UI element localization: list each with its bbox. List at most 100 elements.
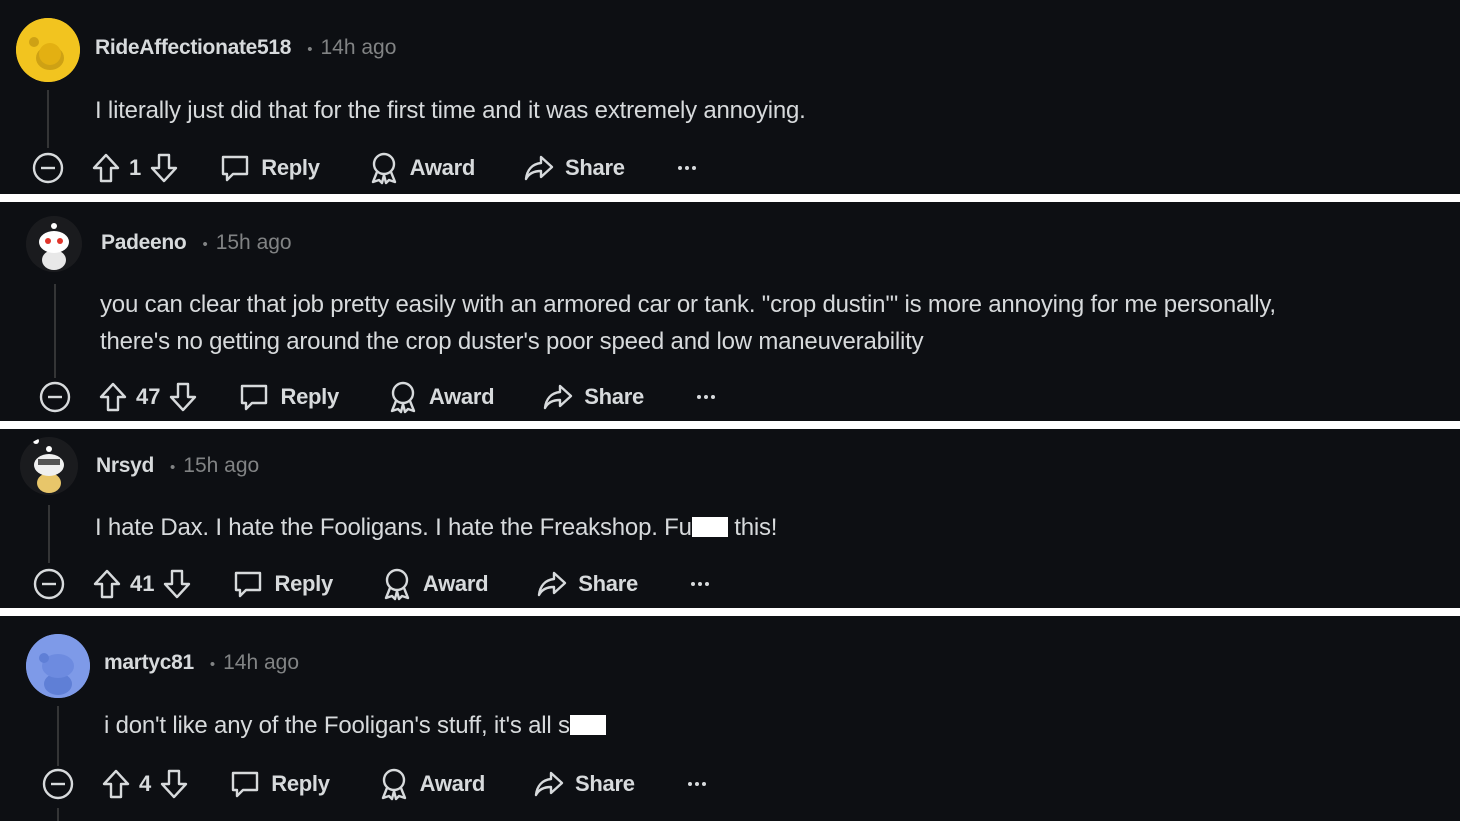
reply-button[interactable]: Reply — [219, 153, 320, 183]
collapse-icon[interactable] — [32, 567, 66, 601]
share-button[interactable]: Share — [536, 569, 638, 599]
username[interactable]: RideAffectionate518 — [95, 36, 292, 60]
separator-dot: • — [202, 236, 208, 253]
snoo-avatar-icon — [20, 437, 78, 495]
more-icon — [690, 581, 710, 587]
comment-actions: 41 Reply Award Share — [32, 564, 710, 604]
timestamp[interactable]: 14h ago — [223, 651, 299, 675]
comment-body-line: you can clear that job pretty easily wit… — [100, 291, 1276, 318]
share-button[interactable]: Share — [533, 769, 635, 799]
reply-button[interactable]: Reply — [238, 382, 339, 412]
collapse-icon[interactable] — [38, 380, 72, 414]
comment-icon — [219, 153, 251, 183]
comment-body: I hate Dax. I hate the Fooligans. I hate… — [95, 509, 777, 546]
downvote-icon[interactable] — [149, 152, 179, 184]
more-options-button[interactable] — [687, 781, 707, 787]
snoo-avatar-icon — [26, 216, 82, 272]
separator-dot: • — [170, 459, 176, 476]
comment-icon — [229, 769, 261, 799]
more-icon — [696, 394, 716, 400]
timestamp[interactable]: 14h ago — [320, 36, 396, 60]
comment-body-text: i don't like any of the Fooligan's stuff… — [104, 712, 570, 739]
share-button[interactable]: Share — [542, 382, 644, 412]
separator-dot: • — [209, 656, 216, 673]
comment-meta: Padeeno • 15h ago — [101, 231, 292, 255]
vote-score: 41 — [130, 571, 155, 596]
more-options-button[interactable] — [677, 165, 697, 171]
username[interactable]: Padeeno — [101, 231, 187, 255]
avatar[interactable] — [26, 216, 82, 272]
share-label: Share — [575, 771, 635, 796]
share-icon — [523, 153, 555, 183]
avatar[interactable] — [26, 634, 90, 698]
reply-label: Reply — [261, 155, 320, 180]
award-button[interactable]: Award — [368, 151, 475, 185]
upvote-icon[interactable] — [98, 381, 128, 413]
more-options-button[interactable] — [690, 581, 710, 587]
timestamp[interactable]: 15h ago — [216, 231, 292, 255]
comment-actions: 1 Reply Award Share — [31, 148, 697, 188]
comment-body: you can clear that job pretty easily wit… — [100, 286, 1276, 360]
vote-score: 4 — [139, 771, 152, 796]
censor-bar — [691, 517, 728, 537]
share-label: Share — [584, 384, 644, 409]
username[interactable]: martyc81 — [104, 651, 194, 675]
downvote-icon[interactable] — [168, 381, 198, 413]
reply-label: Reply — [280, 384, 339, 409]
username[interactable]: Nrsyd — [96, 454, 154, 478]
award-button[interactable]: Award — [378, 767, 485, 801]
separator-dot: • — [307, 41, 313, 58]
upvote-icon[interactable] — [92, 568, 122, 600]
award-label: Award — [419, 771, 486, 796]
comment-card: martyc81 • 14h ago i don't like any of t… — [0, 616, 1460, 821]
share-icon — [533, 769, 565, 799]
award-icon — [368, 151, 400, 185]
more-icon — [677, 165, 697, 171]
comment-meta: martyc81 • 14h ago — [104, 651, 299, 675]
share-icon — [542, 382, 574, 412]
reply-label: Reply — [274, 571, 333, 596]
comment-body-text: I hate Dax. I hate the Fooligans. I hate… — [95, 514, 692, 541]
downvote-icon[interactable] — [162, 568, 192, 600]
avatar[interactable] — [20, 437, 78, 495]
snoo-avatar-icon — [16, 18, 80, 82]
comment-actions: 47 Reply Award Share — [38, 377, 716, 417]
comment-body-text: this! — [727, 514, 778, 541]
snoo-avatar-icon — [26, 634, 90, 698]
award-icon — [387, 380, 419, 414]
collapse-icon[interactable] — [31, 151, 65, 185]
reply-button[interactable]: Reply — [229, 769, 330, 799]
comment-body: i don't like any of the Fooligan's stuff… — [104, 707, 606, 744]
award-icon — [381, 567, 413, 601]
award-button[interactable]: Award — [387, 380, 495, 414]
share-button[interactable]: Share — [523, 153, 625, 183]
award-button[interactable]: Award — [381, 567, 489, 601]
censor-bar — [569, 715, 606, 735]
vote-score: 47 — [136, 384, 161, 409]
share-label: Share — [565, 155, 625, 180]
timestamp[interactable]: 15h ago — [183, 454, 259, 478]
award-label: Award — [428, 384, 495, 409]
vote-score: 1 — [129, 155, 142, 180]
comment-icon — [238, 382, 270, 412]
comment-body: I literally just did that for the first … — [95, 97, 806, 124]
comment-meta: RideAffectionate518 • 14h ago — [95, 36, 396, 60]
reply-button[interactable]: Reply — [232, 569, 333, 599]
comment-card: Nrsyd • 15h ago I hate Dax. I hate the F… — [0, 429, 1460, 608]
comment-body-line: there's no getting around the crop duste… — [100, 328, 924, 355]
more-options-button[interactable] — [696, 394, 716, 400]
thread-line[interactable] — [48, 505, 50, 563]
avatar[interactable] — [16, 18, 80, 82]
upvote-icon[interactable] — [91, 152, 121, 184]
share-icon — [536, 569, 568, 599]
collapse-icon[interactable] — [41, 767, 75, 801]
award-label: Award — [409, 155, 476, 180]
thread-line[interactable] — [57, 808, 59, 821]
thread-line[interactable] — [57, 706, 59, 766]
thread-line[interactable] — [54, 284, 56, 378]
comment-meta: Nrsyd • 15h ago — [96, 454, 259, 478]
thread-line[interactable] — [47, 90, 49, 148]
upvote-icon[interactable] — [101, 768, 131, 800]
downvote-icon[interactable] — [159, 768, 189, 800]
comment-card: RideAffectionate518 • 14h ago I literall… — [0, 0, 1460, 194]
